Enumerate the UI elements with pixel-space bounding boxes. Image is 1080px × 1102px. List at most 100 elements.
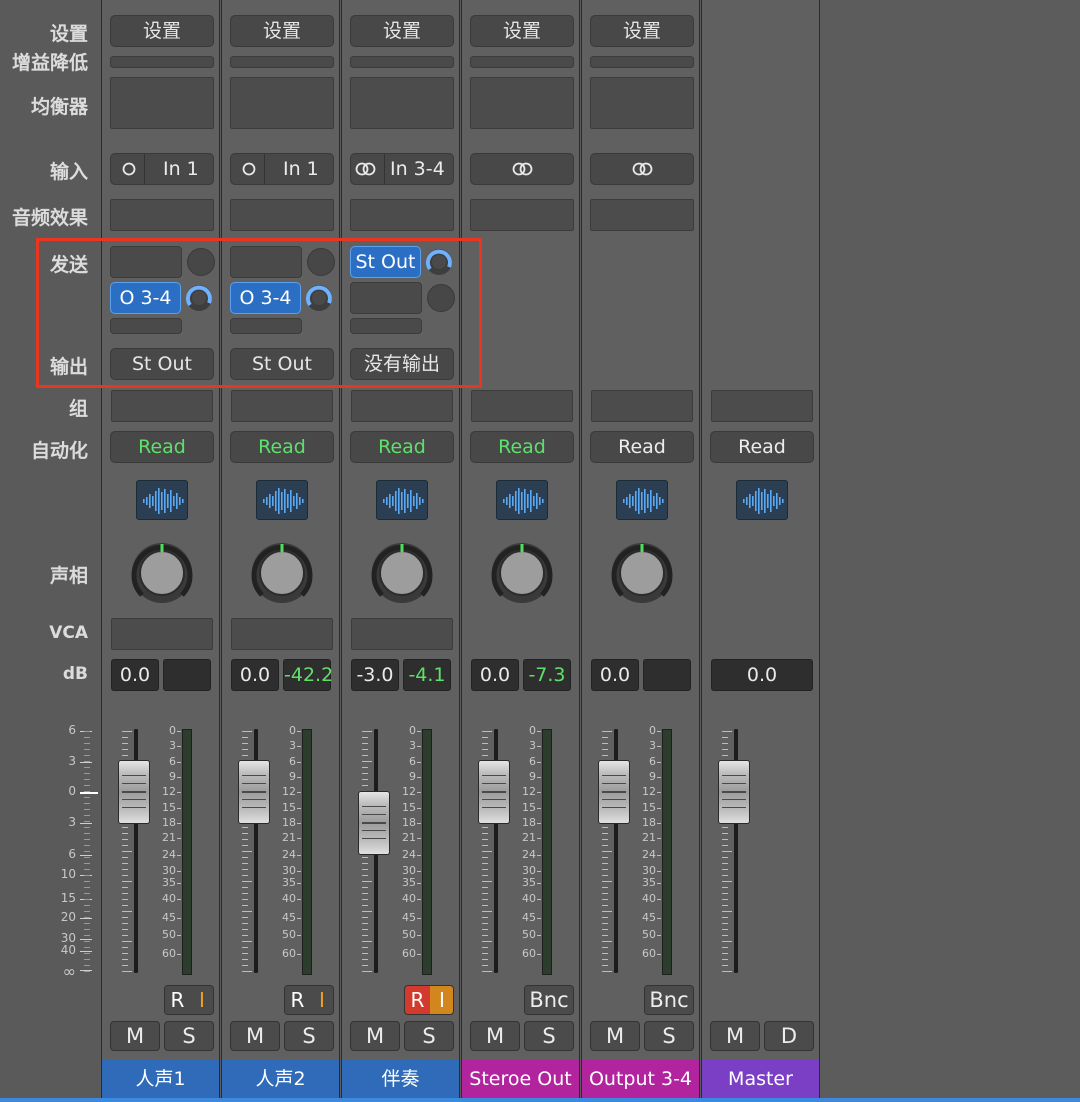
group-slot[interactable]	[711, 390, 813, 422]
input-button[interactable]	[590, 153, 694, 185]
track-name-label[interactable]: Output 3-4	[582, 1060, 699, 1098]
send-destination-button[interactable]: O 3-4	[230, 282, 301, 314]
settings-button[interactable]: 设置	[470, 15, 574, 47]
solo-button[interactable]: S	[404, 1021, 454, 1051]
send-level-knob[interactable]	[424, 247, 454, 277]
settings-button[interactable]: 设置	[590, 15, 694, 47]
input-button[interactable]: In 3-4	[350, 153, 454, 185]
automation-mode-button[interactable]: Read	[350, 431, 454, 463]
audio-fx-slot[interactable]	[470, 199, 574, 231]
mute-button[interactable]: M	[350, 1021, 400, 1051]
automation-mode-button[interactable]: Read	[590, 431, 694, 463]
output-button[interactable]: 没有输出	[350, 348, 454, 380]
audio-fx-slot[interactable]	[230, 199, 334, 231]
eq-display[interactable]	[470, 77, 574, 129]
audio-fx-slot[interactable]	[350, 199, 454, 231]
mute-button[interactable]: M	[110, 1021, 160, 1051]
input-button[interactable]: In 1	[110, 153, 214, 185]
pan-knob[interactable]	[130, 541, 194, 605]
send-empty-slot[interactable]	[350, 318, 422, 334]
send-level-knob[interactable]	[184, 283, 214, 313]
track-icon-button[interactable]	[496, 480, 548, 520]
track-name-label[interactable]: 人声2	[222, 1060, 339, 1098]
bounce-button[interactable]: Bnc	[644, 985, 694, 1015]
group-slot[interactable]	[471, 390, 573, 422]
track-icon-button[interactable]	[736, 480, 788, 520]
settings-button[interactable]: 设置	[350, 15, 454, 47]
track-icon-button[interactable]	[616, 480, 668, 520]
track-icon-button[interactable]	[136, 480, 188, 520]
mute-button[interactable]: M	[230, 1021, 280, 1051]
track-icon-button[interactable]	[376, 480, 428, 520]
track-name-label[interactable]: 人声1	[102, 1060, 219, 1098]
send-destination-button[interactable]: O 3-4	[110, 282, 181, 314]
input-button[interactable]: In 1	[230, 153, 334, 185]
record-enable-button[interactable]: R	[165, 986, 190, 1014]
volume-fader-handle[interactable]	[598, 760, 630, 824]
pan-knob[interactable]	[370, 541, 434, 605]
send-knob-empty[interactable]	[307, 248, 335, 276]
input-monitor-button[interactable]: I	[190, 986, 213, 1014]
pan-knob[interactable]	[490, 541, 554, 605]
automation-mode-button[interactable]: Read	[710, 431, 814, 463]
fader-db-readout[interactable]: 0.0	[591, 659, 639, 691]
fader-db-readout[interactable]: -3.0	[351, 659, 399, 691]
output-button[interactable]: St Out	[110, 348, 214, 380]
fader-db-readout[interactable]: 0.0	[111, 659, 159, 691]
send-empty-slot[interactable]	[350, 282, 422, 314]
fader-db-readout[interactable]: 0.0	[471, 659, 519, 691]
track-name-label[interactable]: 伴奏	[342, 1060, 459, 1098]
input-monitor-button[interactable]: I	[310, 986, 333, 1014]
output-button[interactable]: St Out	[230, 348, 334, 380]
track-name-label[interactable]: Master	[702, 1060, 819, 1098]
solo-button[interactable]: S	[284, 1021, 334, 1051]
input-button[interactable]	[470, 153, 574, 185]
eq-display[interactable]	[110, 77, 214, 129]
record-enable-button[interactable]: R	[285, 986, 310, 1014]
group-slot[interactable]	[231, 390, 333, 422]
input-monitor-button[interactable]: I	[430, 986, 453, 1014]
solo-button[interactable]: S	[644, 1021, 694, 1051]
volume-fader-handle[interactable]	[118, 760, 150, 824]
vca-slot[interactable]	[111, 618, 213, 650]
audio-fx-slot[interactable]	[590, 199, 694, 231]
pan-knob[interactable]	[610, 541, 674, 605]
automation-mode-button[interactable]: Read	[230, 431, 334, 463]
solo-button[interactable]: S	[524, 1021, 574, 1051]
send-knob-empty[interactable]	[187, 248, 215, 276]
volume-fader-handle[interactable]	[718, 760, 750, 824]
dim-button[interactable]: D	[764, 1021, 814, 1051]
vca-slot[interactable]	[231, 618, 333, 650]
mute-button[interactable]: M	[590, 1021, 640, 1051]
volume-fader-handle[interactable]	[238, 760, 270, 824]
automation-mode-button[interactable]: Read	[470, 431, 574, 463]
fader-db-readout[interactable]: 0.0	[711, 659, 813, 691]
record-enable-button[interactable]: R	[405, 986, 430, 1014]
send-destination-button[interactable]: St Out	[350, 246, 421, 278]
send-empty-slot[interactable]	[110, 318, 182, 334]
send-level-knob[interactable]	[304, 283, 334, 313]
automation-mode-button[interactable]: Read	[110, 431, 214, 463]
settings-button[interactable]: 设置	[110, 15, 214, 47]
track-icon-button[interactable]	[256, 480, 308, 520]
eq-display[interactable]	[590, 77, 694, 129]
send-empty-slot[interactable]	[110, 246, 182, 278]
pan-knob[interactable]	[250, 541, 314, 605]
eq-display[interactable]	[350, 77, 454, 129]
settings-button[interactable]: 设置	[230, 15, 334, 47]
group-slot[interactable]	[351, 390, 453, 422]
audio-fx-slot[interactable]	[110, 199, 214, 231]
group-slot[interactable]	[111, 390, 213, 422]
send-knob-empty[interactable]	[427, 284, 455, 312]
vca-slot[interactable]	[351, 618, 453, 650]
send-empty-slot[interactable]	[230, 246, 302, 278]
mute-button[interactable]: M	[470, 1021, 520, 1051]
track-name-label[interactable]: Steroe Out	[462, 1060, 579, 1098]
solo-button[interactable]: S	[164, 1021, 214, 1051]
volume-fader-handle[interactable]	[478, 760, 510, 824]
volume-fader-handle[interactable]	[358, 791, 390, 855]
fader-db-readout[interactable]: 0.0	[231, 659, 279, 691]
mute-button[interactable]: M	[710, 1021, 760, 1051]
eq-display[interactable]	[230, 77, 334, 129]
bounce-button[interactable]: Bnc	[524, 985, 574, 1015]
